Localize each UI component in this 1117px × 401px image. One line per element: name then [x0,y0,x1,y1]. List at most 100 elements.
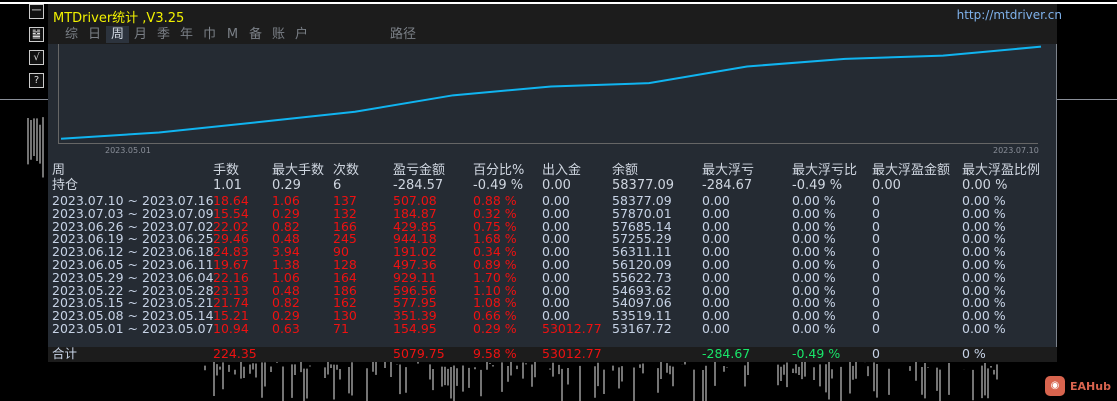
cell: 次数 [333,163,360,178]
period-tabs: 综日周月季年巾 M 备账户 路径 [60,26,423,43]
tab-4[interactable]: 季 [152,26,175,43]
tab-7[interactable]: M [221,26,244,43]
tab-0[interactable]: 综 [60,26,83,43]
cell: 0.32 % [473,205,517,221]
table-row: 2023.07.03 ~ 2023.07.09 15.54 0.29 132 184.8… [48,207,1057,220]
cell: 余额 [612,163,639,178]
eahub-text: EAHub [1070,379,1111,393]
cell: 0.00 [702,269,730,285]
cell: 164 [333,269,357,285]
cell: 1.06 [272,269,300,285]
tab-6[interactable]: 巾 [198,26,221,43]
cell: 出入金 [542,163,582,178]
cell: 0.00 % [792,205,836,221]
cell: 0 [872,205,880,221]
cell: 10.94 [213,321,249,336]
cell: 0.00 % [792,321,836,336]
table-header: 持仓 1.01 0.29 6 -284.57 -0.49 % 0.00 58377.09 -28… [48,179,1057,192]
cell: 0.00 [542,205,570,221]
cell: 最大浮盈比例 [962,163,1041,178]
cell: 最大浮亏 [702,163,755,178]
side-toolbar: 一 ䷄ √ ? [29,4,46,96]
cell: 22.16 [213,269,249,285]
cell: 0.00 % [962,269,1006,285]
website-link[interactable]: http://mtdriver.cn [957,8,1062,22]
table-row: 2023.05.01 ~ 2023.05.07 10.94 0.63 71 154.95… [48,322,1057,335]
cell: 0.29 [272,178,301,193]
stats-panel: MTDriver统计 ,V3.25 http://mtdriver.cn 综日周… [48,4,1062,362]
cell: 224.35 [213,346,257,361]
cell: 0.00 [702,321,730,336]
minimize-icon[interactable]: 一 [29,4,44,19]
cell: 0.00 [542,178,571,193]
cell: 154.95 [393,321,437,336]
cell: 0.00 % [792,269,836,285]
tab-5[interactable]: 年 [175,26,198,43]
cell: -0.49 % [792,346,841,361]
cell: 周 [52,163,66,178]
cell: -0.49 % [792,178,843,193]
cell: 5079.75 [393,346,445,361]
cell: -284.57 [393,178,444,193]
tab-10[interactable]: 户 [290,26,313,43]
tab-8[interactable]: 备 [244,26,267,43]
cell: -284.67 [702,178,753,193]
cell: 2023.07.03 ~ 2023.07.09 [52,205,214,221]
cell: 9.58 % [473,346,517,361]
table-row: 合计 224.35 5079.75 9.58 % 53012.77 -284.67 -0.4… [48,347,1057,362]
cell: 15.54 [213,205,249,221]
cell: 0.00 [872,178,901,193]
cell: 0.00 % [962,178,1008,193]
title-bar: MTDriver统计 ,V3.25 http://mtdriver.cn 综日周… [48,4,1062,44]
cell: 0 [872,346,880,361]
tab-9[interactable]: 账 [267,26,290,43]
cell: 0.00 [542,269,570,285]
cell: 132 [333,205,357,221]
chart-start-date: 2023.05.01 [105,146,151,155]
cell: 合计 [52,346,78,361]
cell: 58377.09 [612,178,675,193]
check-icon[interactable]: √ [29,50,44,65]
cell: 手数 [213,163,240,178]
cell: 0.00 % [962,205,1006,221]
cell: 184.87 [393,205,437,221]
tab-1[interactable]: 日 [83,26,106,43]
tab-2[interactable]: 周 [106,26,129,43]
table-header: 周 手数 最大手数 次数 盈亏金额 百分比% 出入金 余额 最大浮亏 最大浮亏比 最大浮盈金额 最大浮… [48,164,1057,177]
cell: 53012.77 [542,321,602,336]
cell: 929.11 [393,269,437,285]
cell: 最大手数 [272,163,325,178]
cell: 持仓 [52,178,79,193]
cell: 2023.05.01 ~ 2023.05.07 [52,321,214,336]
cell: 0 [872,269,880,285]
cell: 57870.01 [612,205,672,221]
cell: 6 [333,178,342,193]
tab-11[interactable]: 路径 [383,26,423,43]
cell: 百分比% [473,163,525,178]
cell: 0 [872,321,880,336]
chart-end-date: 2023.07.10 [993,146,1039,155]
cell: 最大浮亏比 [792,163,858,178]
cell: 0.29 [272,205,300,221]
equity-chart: 2023.05.01 2023.07.10 [58,44,1053,156]
table-row: 2023.05.29 ~ 2023.06.04 22.16 1.06 164 929.1… [48,271,1057,284]
cell: 0.29 % [473,321,517,336]
cell: 0.63 [272,321,300,336]
cell: 1.01 [213,178,242,193]
eahub-logo-icon: ◉ [1045,376,1065,396]
equity-line-svg [60,45,1042,140]
cell: 最大浮盈金额 [872,163,951,178]
equity-line [60,45,1042,140]
window-title: MTDriver统计 ,V3.25 [53,11,185,26]
help-icon[interactable]: ? [29,73,44,88]
cell: 1.70 % [473,269,517,285]
cell: 2023.05.29 ~ 2023.06.04 [52,269,214,285]
cell: 0.00 [702,205,730,221]
cell: 53167.72 [612,321,672,336]
cell: -284.67 [702,346,751,361]
cell: 53012.77 [542,346,602,361]
cell: 55622.73 [612,269,672,285]
tab-3[interactable]: 月 [129,26,152,43]
settings-icon[interactable]: ䷄ [29,27,44,42]
eahub-watermark: ◉ EAHub [1045,376,1111,396]
